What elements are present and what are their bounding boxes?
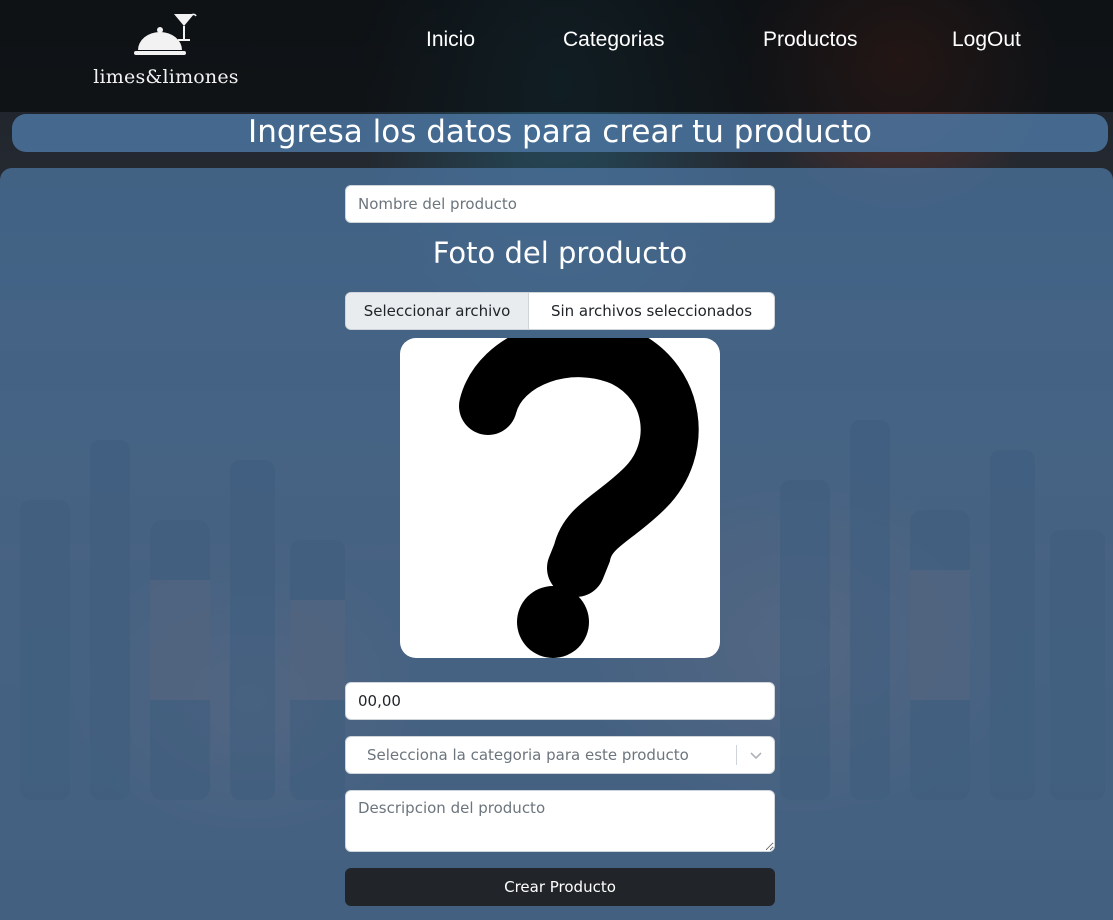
- product-image-preview: [400, 338, 720, 658]
- nav-link-inicio[interactable]: Inicio: [426, 28, 475, 52]
- page-title-bar: Ingresa los datos para crear tu producto: [12, 114, 1108, 152]
- cloche-cocktail-icon: [134, 13, 197, 55]
- nav-link-logout[interactable]: LogOut: [952, 28, 1021, 52]
- product-name-input[interactable]: [345, 185, 775, 223]
- photo-label: Foto del producto: [432, 236, 688, 270]
- nav-link-categorias[interactable]: Categorias: [563, 28, 665, 52]
- nav-link-productos[interactable]: Productos: [763, 28, 858, 52]
- file-status-text: Sin archivos seleccionados: [550, 302, 753, 320]
- select-file-button[interactable]: Seleccionar archivo: [346, 293, 529, 329]
- top-navbar: limes&limones Inicio Categorias Producto…: [0, 0, 1113, 112]
- brand-name: limes&limones: [93, 66, 239, 88]
- question-mark-icon: [459, 338, 699, 658]
- create-product-button[interactable]: Crear Producto: [345, 868, 775, 906]
- description-textarea[interactable]: [345, 790, 775, 852]
- price-input[interactable]: [345, 682, 775, 720]
- page-title: Ingresa los datos para crear tu producto: [248, 114, 872, 150]
- brand-logo[interactable]: limes&limones: [86, 8, 246, 92]
- file-upload[interactable]: Seleccionar archivo Sin archivos selecci…: [345, 292, 775, 330]
- chevron-down-icon[interactable]: [737, 750, 774, 760]
- category-select[interactable]: Selecciona la categoria para este produc…: [345, 736, 775, 774]
- category-select-placeholder: Selecciona la categoria para este produc…: [367, 746, 689, 764]
